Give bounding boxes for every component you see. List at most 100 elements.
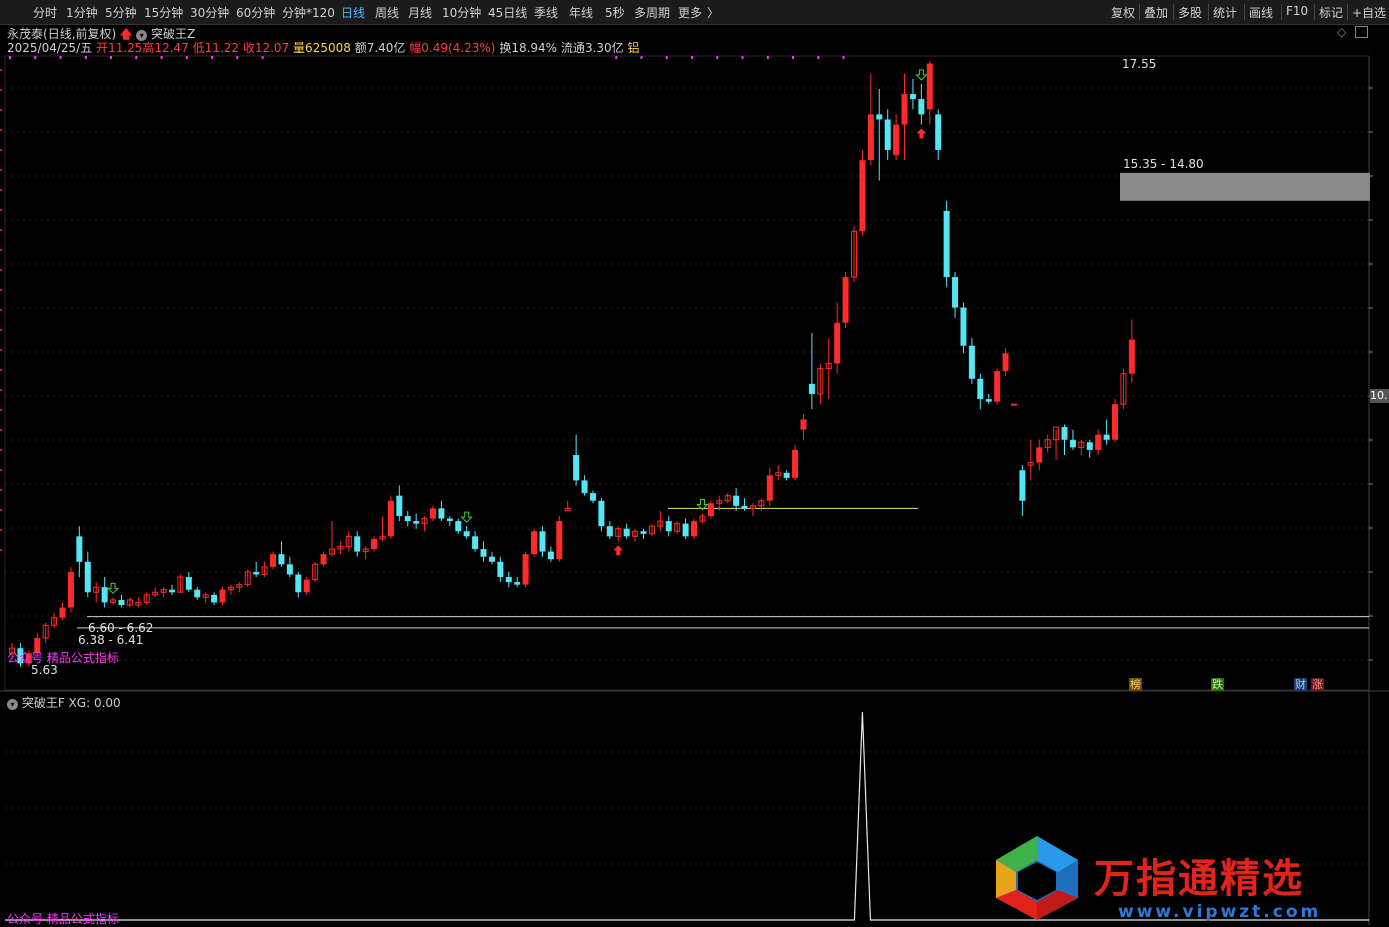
period-tab-1[interactable]: 1分钟 bbox=[66, 4, 98, 21]
toolbar-divider bbox=[1347, 4, 1348, 20]
period-tab-2[interactable]: 5分钟 bbox=[105, 4, 137, 21]
toolbar-divider bbox=[1208, 4, 1209, 20]
main-panel-frame bbox=[4, 55, 1370, 691]
candle-body bbox=[926, 63, 933, 110]
candle-body bbox=[918, 99, 925, 115]
candle-body bbox=[463, 531, 470, 537]
tool-button-3[interactable]: 统计 bbox=[1213, 4, 1237, 21]
candle-body bbox=[783, 472, 790, 478]
period-tab-4[interactable]: 30分钟 bbox=[190, 4, 229, 21]
period-tab-13[interactable]: 年线 bbox=[569, 4, 593, 21]
signal-dot bbox=[640, 56, 643, 59]
period-tab-0[interactable]: 分时 bbox=[33, 4, 57, 21]
signal-dot bbox=[792, 56, 795, 59]
period-tab-15[interactable]: 多周期 bbox=[634, 4, 670, 21]
period-tab-7[interactable]: 日线 bbox=[341, 4, 365, 21]
period-tab-10[interactable]: 10分钟 bbox=[442, 4, 481, 21]
upper-zone-box bbox=[1120, 172, 1370, 201]
badge-fall[interactable]: 跌 bbox=[1211, 678, 1224, 691]
candle-body bbox=[960, 307, 967, 346]
tool-button-5[interactable]: F10 bbox=[1286, 4, 1308, 18]
period-tab-12[interactable]: 季线 bbox=[534, 4, 558, 21]
candle-body bbox=[84, 561, 91, 593]
candle-body bbox=[446, 518, 453, 522]
candle-body bbox=[1103, 434, 1110, 440]
main-watermark: 公众号 精品公式指标 bbox=[7, 651, 119, 665]
period-tab-14[interactable]: 5秒 bbox=[605, 4, 625, 21]
candle-body bbox=[413, 521, 420, 524]
candle-body bbox=[1010, 403, 1017, 406]
badge-rank[interactable]: 榜 bbox=[1129, 678, 1142, 691]
candle-body bbox=[396, 495, 403, 517]
candle-body bbox=[623, 528, 630, 537]
candle-body bbox=[573, 455, 580, 481]
candle-body bbox=[539, 531, 546, 552]
candle-body bbox=[834, 322, 841, 364]
tool-button-7[interactable]: +自选 bbox=[1352, 4, 1386, 21]
brand-name: 万指通精选 bbox=[1094, 856, 1304, 902]
candle-body bbox=[505, 577, 512, 583]
candle-body bbox=[219, 589, 226, 603]
chevron-down-icon[interactable]: ▾ bbox=[7, 699, 18, 710]
signal-dot bbox=[211, 56, 214, 59]
period-tab-8[interactable]: 周线 bbox=[375, 4, 399, 21]
candle-body bbox=[935, 114, 942, 150]
signal-dot bbox=[842, 56, 845, 59]
period-tab-5[interactable]: 60分钟 bbox=[236, 4, 275, 21]
candle-body bbox=[876, 114, 883, 120]
signal-dot bbox=[817, 56, 820, 59]
period-tab-9[interactable]: 月线 bbox=[408, 4, 432, 21]
candle-body bbox=[733, 495, 740, 506]
candle-body bbox=[438, 508, 445, 519]
badge-rise[interactable]: 涨 bbox=[1311, 678, 1324, 691]
tool-button-1[interactable]: 叠加 bbox=[1144, 4, 1168, 21]
tool-button-0[interactable]: 复权 bbox=[1111, 4, 1135, 21]
candle-body bbox=[278, 554, 285, 565]
indicator-panel-title[interactable]: ▾ 突破王F XG: 0.00 bbox=[7, 694, 121, 711]
candle-body bbox=[67, 571, 74, 608]
more-chevron-icon[interactable]: 〉 bbox=[707, 4, 719, 21]
candle-body bbox=[547, 551, 554, 560]
period-tab-3[interactable]: 15分钟 bbox=[144, 4, 183, 21]
signal-dot bbox=[665, 56, 668, 59]
candle-body bbox=[1036, 447, 1043, 463]
candle-body bbox=[556, 521, 563, 560]
candle-body bbox=[76, 536, 83, 562]
high-price-label: 17.55 bbox=[1122, 57, 1157, 71]
candle-body bbox=[320, 554, 327, 565]
badge-finance[interactable]: 财 bbox=[1294, 678, 1307, 691]
candle-body bbox=[792, 449, 799, 478]
candle-body bbox=[842, 277, 849, 323]
candle-body bbox=[101, 587, 108, 603]
candle-body bbox=[1069, 439, 1076, 448]
signal-dot bbox=[9, 56, 11, 59]
toolbar-divider bbox=[1173, 4, 1174, 20]
candle-body bbox=[901, 94, 908, 125]
signal-dot bbox=[135, 56, 138, 59]
candle-body bbox=[766, 475, 773, 501]
signal-dot bbox=[261, 56, 264, 59]
candle-body bbox=[606, 526, 613, 537]
candle-body bbox=[1002, 353, 1009, 372]
period-tab-6[interactable]: 分钟*120 bbox=[282, 4, 335, 21]
candle-body bbox=[1128, 339, 1135, 374]
candle-body bbox=[480, 549, 487, 557]
period-toolbar: 分时 1分钟 5分钟 15分钟 30分钟 60分钟 分钟*120 日线 周线 月线 10分钟 45日线… bbox=[0, 0, 1389, 25]
indicator-value: 0.00 bbox=[93, 696, 121, 710]
period-tab-11[interactable]: 45日线 bbox=[488, 4, 527, 21]
down-arrow-icon bbox=[460, 511, 473, 523]
candle-body bbox=[867, 114, 874, 161]
tool-button-6[interactable]: 标记 bbox=[1319, 4, 1343, 21]
candle-body bbox=[884, 119, 891, 150]
candle-body bbox=[808, 383, 815, 394]
candle-body bbox=[303, 579, 310, 593]
tool-button-2[interactable]: 多股 bbox=[1178, 4, 1202, 21]
toolbar-divider bbox=[1314, 4, 1315, 20]
indicator-panel-name: 突破王F bbox=[21, 696, 65, 710]
candle-body bbox=[522, 554, 529, 585]
candle-body bbox=[404, 516, 411, 522]
period-tab-16[interactable]: 更多 bbox=[678, 4, 702, 21]
tool-button-4[interactable]: 画线 bbox=[1249, 4, 1273, 21]
lower-zone-label-2: 6.38 - 6.41 bbox=[78, 633, 144, 647]
candle-body bbox=[665, 521, 672, 532]
